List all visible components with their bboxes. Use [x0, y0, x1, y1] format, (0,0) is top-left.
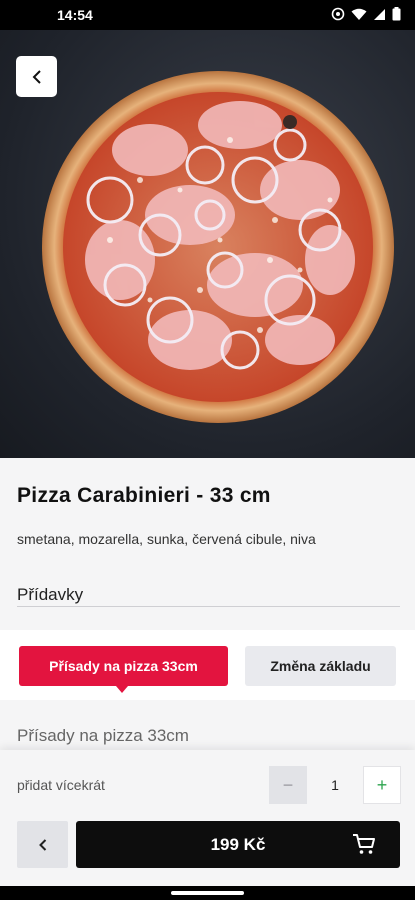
cart-price: 199 Kč	[210, 834, 266, 854]
home-indicator[interactable]	[171, 891, 244, 895]
active-tab-indicator	[116, 686, 128, 693]
extras-section-title: Přídavky	[17, 585, 84, 604]
alarm-icon	[331, 7, 345, 21]
wifi-icon	[351, 8, 367, 21]
product-image	[0, 30, 415, 460]
status-time: 14:54	[57, 7, 93, 23]
chevron-left-icon	[38, 838, 46, 851]
system-nav-bar	[0, 886, 415, 900]
product-detail-sheet: Pizza Carabinieri - 33 cm smetana, mozar…	[0, 458, 415, 886]
section-divider	[17, 606, 400, 607]
battery-icon	[392, 7, 401, 21]
status-bar: 14:54	[0, 0, 415, 30]
pizza-photo	[42, 71, 394, 423]
extras-group-title: Přísady na pizza 33cm	[17, 726, 189, 745]
chevron-left-icon	[32, 69, 41, 84]
quantity-increase-button[interactable]: +	[363, 766, 401, 804]
back-button[interactable]	[16, 56, 57, 97]
add-to-cart-button[interactable]: 199 Kč	[76, 821, 400, 868]
quantity-decrease-button[interactable]: −	[269, 766, 307, 804]
order-panel: přidat vícekrát − 1 + 199 Kč	[0, 750, 415, 886]
signal-icon	[373, 8, 386, 21]
tab-base-change[interactable]: Změna základu	[245, 646, 396, 686]
cart-icon	[353, 834, 375, 854]
quantity-label: přidat vícekrát	[17, 777, 105, 793]
previous-button[interactable]	[17, 821, 68, 868]
status-icons	[331, 7, 401, 21]
product-description: smetana, mozarella, sunka, červená cibul…	[17, 531, 316, 547]
extras-tabs: Přísady na pizza 33cm Změna základu	[0, 630, 415, 700]
quantity-value: 1	[331, 777, 339, 793]
product-title: Pizza Carabinieri - 33 cm	[17, 484, 271, 507]
tab-toppings[interactable]: Přísady na pizza 33cm	[19, 646, 228, 686]
